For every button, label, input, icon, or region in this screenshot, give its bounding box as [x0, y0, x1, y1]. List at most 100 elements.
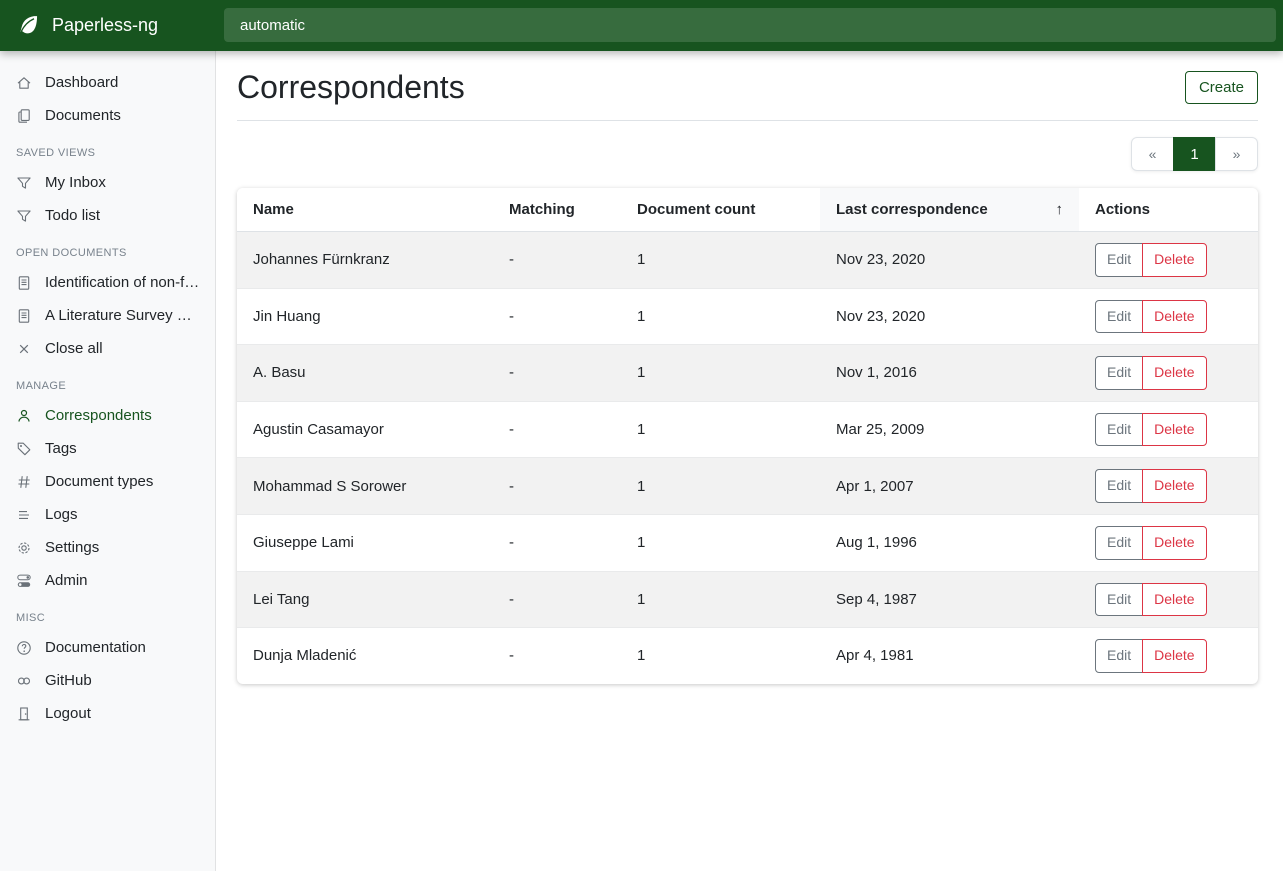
sidebar-item-close-all[interactable]: Close all [0, 332, 216, 365]
delete-button[interactable]: Delete [1142, 583, 1206, 617]
sidebar-item-correspondents[interactable]: Correspondents [0, 399, 216, 432]
pagination-next-button[interactable]: » [1215, 137, 1258, 171]
last-correspondence-date: Apr 1, 2007 [820, 458, 1079, 515]
column-header-matching[interactable]: Matching [493, 188, 621, 232]
sidebar-item-label: GitHub [45, 672, 92, 689]
create-button[interactable]: Create [1185, 71, 1258, 104]
delete-button[interactable]: Delete [1142, 413, 1206, 447]
sidebar-item-label: A Literature Survey on ... [45, 307, 200, 324]
delete-button[interactable]: Delete [1142, 469, 1206, 503]
edit-button[interactable]: Edit [1095, 526, 1143, 560]
sidebar-item-documentation[interactable]: Documentation [0, 631, 216, 664]
sidebar-item-tags[interactable]: Tags [0, 432, 216, 465]
actions-cell: Edit Delete [1079, 571, 1258, 628]
close-icon [16, 341, 32, 357]
correspondent-name[interactable]: Giuseppe Lami [237, 514, 493, 571]
sidebar-item-document-types[interactable]: Document types [0, 465, 216, 498]
edit-button[interactable]: Edit [1095, 356, 1143, 390]
table-row: Giuseppe Lami - 1 Aug 1, 1996 Edit Delet… [237, 514, 1258, 571]
app-brand[interactable]: Paperless-ng [0, 0, 216, 51]
correspondent-name[interactable]: A. Basu [237, 345, 493, 402]
correspondent-name[interactable]: Johannes Fürnkranz [237, 232, 493, 289]
edit-button[interactable]: Edit [1095, 583, 1143, 617]
document-count[interactable]: 1 [621, 514, 820, 571]
correspondent-name[interactable]: Mohammad S Sorower [237, 458, 493, 515]
app-brand-label: Paperless-ng [52, 15, 158, 36]
sidebar: Dashboard Documents SAVED VIEWSMy Inbox Tod… [0, 51, 216, 871]
sidebar-item-label: Documents [45, 107, 121, 124]
sidebar-item-label: Settings [45, 539, 99, 556]
sidebar-item-my-inbox[interactable]: My Inbox [0, 166, 216, 199]
column-header-last-correspondence[interactable]: ↑ Last correspondence [820, 188, 1079, 232]
sidebar-item-github[interactable]: GitHub [0, 664, 216, 697]
sidebar-heading-saved-views: SAVED VIEWS [0, 132, 216, 166]
hash-icon [16, 474, 32, 490]
sidebar-item-identification-of-non-fu[interactable]: Identification of non-fu... [0, 266, 216, 299]
row-actions: Edit Delete [1095, 356, 1207, 390]
sidebar-item-todo-list[interactable]: Todo list [0, 199, 216, 232]
pagination-row: « 1 » [237, 137, 1258, 171]
document-count[interactable]: 1 [621, 288, 820, 345]
correspondent-name[interactable]: Agustin Casamayor [237, 401, 493, 458]
delete-button[interactable]: Delete [1142, 526, 1206, 560]
delete-button[interactable]: Delete [1142, 243, 1206, 277]
sidebar-item-dashboard[interactable]: Dashboard [0, 66, 216, 99]
sidebar-item-logs[interactable]: Logs [0, 498, 216, 531]
document-count[interactable]: 1 [621, 345, 820, 402]
document-count[interactable]: 1 [621, 401, 820, 458]
link-icon [16, 673, 32, 689]
document-count[interactable]: 1 [621, 571, 820, 628]
correspondent-name[interactable]: Dunja Mladenić [237, 628, 493, 684]
edit-button[interactable]: Edit [1095, 243, 1143, 277]
delete-button[interactable]: Delete [1142, 639, 1206, 673]
delete-button[interactable]: Delete [1142, 356, 1206, 390]
door-icon [16, 706, 32, 722]
sidebar-item-settings[interactable]: Settings [0, 531, 216, 564]
delete-button[interactable]: Delete [1142, 300, 1206, 334]
sidebar-item-documents[interactable]: Documents [0, 99, 216, 132]
pagination-page-1-button[interactable]: 1 [1173, 137, 1216, 171]
funnel-icon [16, 208, 32, 224]
pagination-prev-button[interactable]: « [1131, 137, 1174, 171]
table-row: A. Basu - 1 Nov 1, 2016 Edit Delete [237, 345, 1258, 402]
edit-button[interactable]: Edit [1095, 300, 1143, 334]
main-content: Correspondents Create « 1 » Name Matchin… [216, 0, 1283, 684]
person-icon [16, 408, 32, 424]
document-count[interactable]: 1 [621, 232, 820, 289]
last-correspondence-date: Mar 25, 2009 [820, 401, 1079, 458]
column-header-document-count[interactable]: Document count [621, 188, 820, 232]
sidebar-item-a-literature-survey-on[interactable]: A Literature Survey on ... [0, 299, 216, 332]
last-correspondence-date: Nov 23, 2020 [820, 288, 1079, 345]
sidebar-item-label: Tags [45, 440, 77, 457]
correspondent-name[interactable]: Lei Tang [237, 571, 493, 628]
sidebar-item-label: Todo list [45, 207, 100, 224]
correspondent-name[interactable]: Jin Huang [237, 288, 493, 345]
document-count[interactable]: 1 [621, 628, 820, 684]
actions-cell: Edit Delete [1079, 458, 1258, 515]
sidebar-item-label: Logout [45, 705, 91, 722]
actions-cell: Edit Delete [1079, 401, 1258, 458]
row-actions: Edit Delete [1095, 469, 1207, 503]
column-header-name[interactable]: Name [237, 188, 493, 232]
sidebar-item-logout[interactable]: Logout [0, 697, 216, 730]
edit-button[interactable]: Edit [1095, 469, 1143, 503]
funnel-icon [16, 175, 32, 191]
column-header-actions: Actions [1079, 188, 1258, 232]
sidebar-item-label: Document types [45, 473, 153, 490]
edit-button[interactable]: Edit [1095, 413, 1143, 447]
sidebar-item-admin[interactable]: Admin [0, 564, 216, 597]
header-divider [237, 120, 1258, 121]
global-search-input[interactable] [224, 8, 1276, 42]
matching-value: - [493, 458, 621, 515]
row-actions: Edit Delete [1095, 413, 1207, 447]
edit-button[interactable]: Edit [1095, 639, 1143, 673]
matching-value: - [493, 628, 621, 684]
sort-ascending-icon: ↑ [1056, 201, 1064, 218]
actions-cell: Edit Delete [1079, 628, 1258, 684]
matching-value: - [493, 514, 621, 571]
document-count[interactable]: 1 [621, 458, 820, 515]
files-icon [16, 108, 32, 124]
sidebar-heading-misc: MISC [0, 597, 216, 631]
correspondents-table-card: Name Matching Document count ↑ Last corr… [237, 188, 1258, 684]
gear-icon [16, 540, 32, 556]
